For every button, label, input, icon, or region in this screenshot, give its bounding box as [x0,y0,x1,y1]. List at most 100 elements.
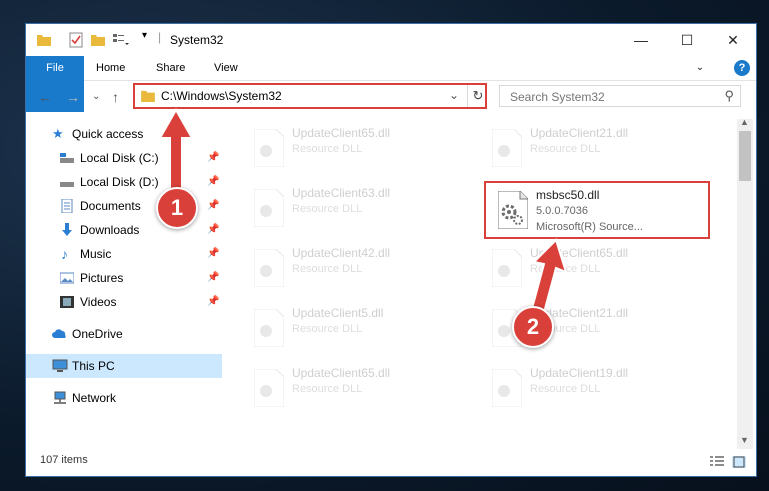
list-item[interactable]: UpdateClient21.dll Resource DLL [480,121,710,177]
target-file-highlight-box [484,181,710,239]
download-arrow-icon [62,223,72,236]
nav-label: Downloads [80,223,140,237]
nav-network[interactable]: Network [26,386,222,410]
file-type: Resource DLL [292,263,363,275]
dll-file-icon [254,189,284,227]
dll-file-icon [254,309,284,347]
music-note-icon: ♪ [61,246,68,262]
file-type: Resource DLL [292,323,363,335]
search-input[interactable] [508,89,712,105]
nav-label: Documents [80,199,141,213]
minimize-button[interactable]: — [618,24,664,56]
dropdown-arrow-icon[interactable]: ▾ [142,30,147,46]
address-dropdown-icon[interactable]: ⌄ [449,88,459,102]
nav-label: Quick access [72,127,144,141]
list-item[interactable]: UpdateClient65.dll Resource DLL [242,361,472,417]
pictures-icon [60,272,74,284]
file-name: UpdateClient19.dll [530,366,629,380]
nav-this-pc[interactable]: This PC [26,354,222,378]
pin-icon[interactable]: 📌 [207,194,219,218]
dll-file-icon [254,249,284,287]
computer-icon [52,359,68,372]
file-name: UpdateClient65.dll [292,126,391,140]
up-arrow-icon[interactable]: ↑ [112,89,119,105]
file-name: UpdateClient65.dll [292,366,391,380]
list-item[interactable]: UpdateClient19.dll Resource DLL [480,361,710,417]
title-separator: | [158,30,162,44]
file-list: UpdateClient65.dll Resource DLL UpdateCl… [222,119,736,449]
list-item[interactable]: UpdateClient5.dll Resource DLL [242,301,472,357]
scroll-down-icon[interactable]: ▼ [740,435,749,445]
cloud-icon [52,329,66,338]
pin-icon[interactable]: 📌 [207,242,219,266]
file-type: Resource DLL [292,383,363,395]
nav-music[interactable]: ♪ Music 📌 [26,242,222,266]
folder-icon [141,90,155,102]
documents-icon [61,199,73,213]
nav-videos[interactable]: Videos 📌 [26,290,222,314]
drive-icon [60,153,74,163]
search-icon[interactable]: ⚲ [724,88,734,104]
file-name: UpdateClient63.dll [292,186,391,200]
window-title: System32 [170,33,224,47]
help-icon[interactable]: ? [734,60,750,76]
step-badge-2: 2 [512,306,554,348]
dll-file-icon [254,129,284,167]
dll-file-icon [254,369,284,407]
address-path: C:\Windows\System32 [161,89,282,103]
pin-icon[interactable]: 📌 [207,290,219,314]
pin-icon[interactable]: 📌 [207,266,219,290]
list-item[interactable]: UpdateClient63.dll Resource DLL [242,181,472,237]
refresh-icon[interactable]: ↻ [467,85,488,107]
details-view-icon[interactable] [710,456,724,468]
nav-onedrive[interactable]: OneDrive [26,322,222,346]
recent-locations-icon[interactable]: ⌄ [92,91,100,102]
nav-label: Videos [80,295,117,309]
step-badge-1: 1 [156,187,198,229]
properties-icon[interactable] [68,32,84,48]
file-type: Resource DLL [292,143,363,155]
customize-toolbar-icon[interactable] [112,32,130,48]
back-arrow-icon[interactable]: ← [38,89,52,105]
film-strip-icon [60,296,74,308]
dll-file-icon [492,129,522,167]
large-icons-view-icon[interactable] [732,456,746,468]
tab-home[interactable]: Home [84,56,137,80]
list-item[interactable]: UpdateClient42.dll Resource DLL [242,241,472,297]
pin-icon[interactable]: 📌 [207,146,219,170]
search-box[interactable]: ⚲ [499,85,741,107]
item-count: 107 items [40,454,88,466]
title-bar: ▾ | System32 — ☐ ✕ [26,24,756,56]
tab-view[interactable]: View [202,56,250,80]
nav-label: This PC [72,359,115,373]
forward-arrow-icon[interactable]: → [66,89,80,105]
tab-share[interactable]: Share [144,56,197,80]
file-name: UpdateClient5.dll [292,306,384,320]
dll-file-icon [492,369,522,407]
close-button[interactable]: ✕ [710,24,756,56]
list-item[interactable]: UpdateClient65.dll Resource DLL [242,121,472,177]
new-folder-icon[interactable] [90,32,106,48]
expand-ribbon-icon[interactable]: ⌄ [690,52,710,84]
pin-icon[interactable]: 📌 [207,170,219,194]
list-item[interactable]: UpdateClient65.dll Resource DLL [480,241,710,297]
star-icon: ★ [52,126,64,141]
nav-label: OneDrive [72,327,123,341]
network-icon [54,391,66,404]
scroll-up-icon[interactable]: ▲ [740,117,749,127]
drive-icon [60,182,74,187]
scrollbar-thumb[interactable] [739,131,751,181]
vertical-scrollbar[interactable]: ▲ ▼ [737,117,753,449]
file-type: Resource DLL [530,383,601,395]
file-name: UpdateClient21.dll [530,126,629,140]
explorer-window: ▾ | System32 — ☐ ✕ File Home Share View … [26,24,756,476]
nav-label: Pictures [80,271,124,285]
nav-label: Music [80,247,112,261]
nav-pictures[interactable]: Pictures 📌 [26,266,222,290]
ribbon-tabs: File Home Share View ⌄ ? [26,56,756,112]
file-type: Resource DLL [292,203,363,215]
file-name: UpdateClient42.dll [292,246,391,260]
folder-icon [37,35,51,46]
pin-icon[interactable]: 📌 [207,218,219,242]
file-type: Resource DLL [530,143,601,155]
